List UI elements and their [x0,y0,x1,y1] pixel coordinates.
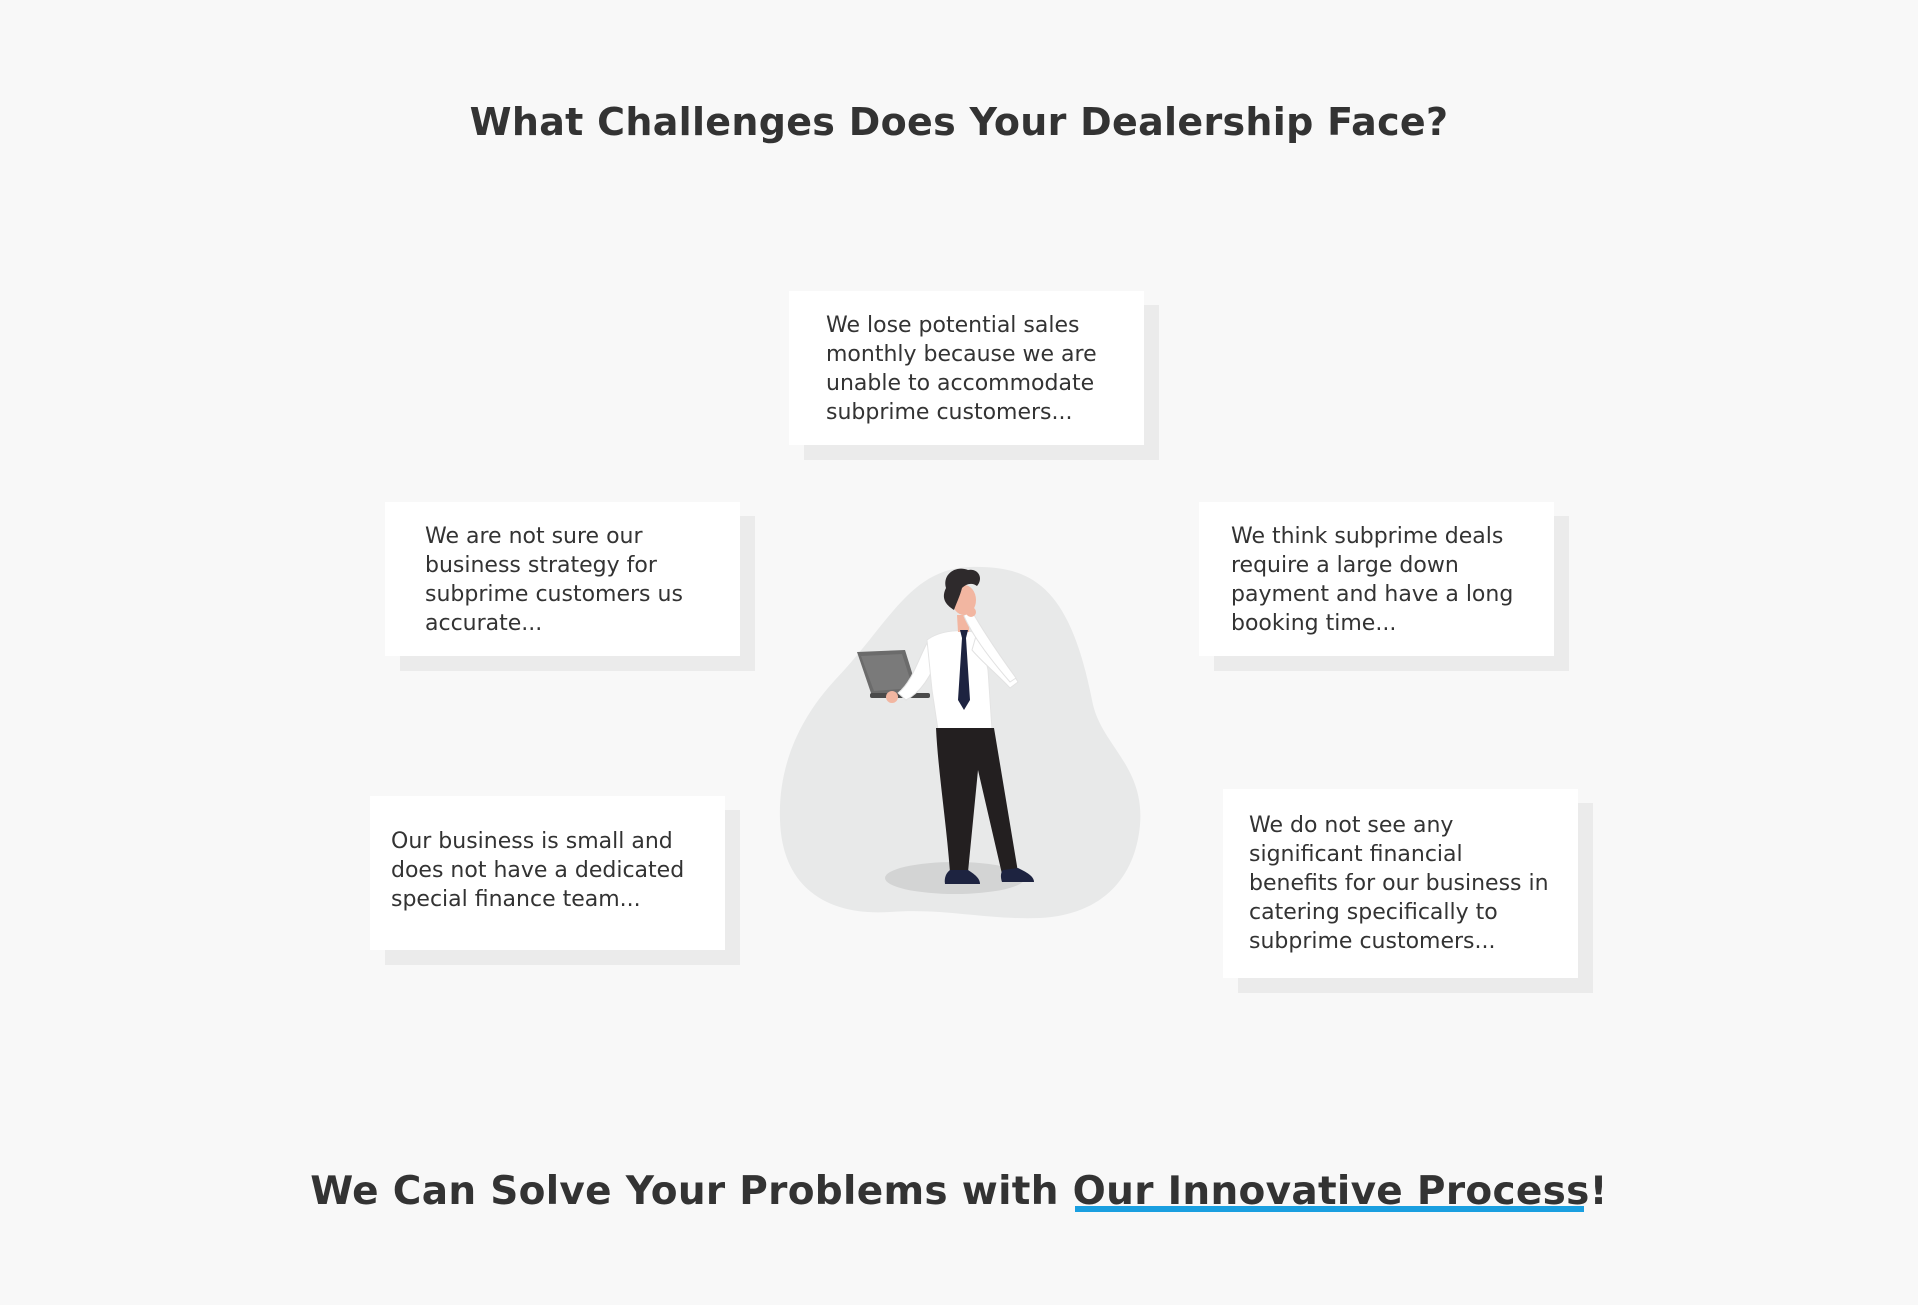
challenge-card-small-business: Our business is small and does not have … [370,796,725,950]
challenge-card-financial-benefits: We do not see any significant financial … [1223,789,1578,978]
challenge-card-lost-sales: We lose potential sales monthly because … [789,291,1144,445]
challenge-text: We think subprime deals require a large … [1231,524,1514,636]
challenge-text: Our business is small and does not have … [391,829,685,912]
challenge-text: We are not sure our business strategy fo… [425,524,683,636]
closing-title-lead: We Can Solve Your Problems with [310,1169,1073,1214]
closing-title-highlight: Our Innovative Process [1073,1169,1590,1214]
page-title: What Challenges Does Your Dealership Fac… [469,100,1449,144]
challenge-text: We lose potential sales monthly because … [826,313,1097,425]
challenge-card-strategy: We are not sure our business strategy fo… [385,502,740,656]
closing-title-end: ! [1589,1169,1608,1214]
thinking-businessman-illustration [779,566,1141,919]
closing-title: We Can Solve Your Problems with Our Inno… [0,1169,1918,1214]
challenge-text: We do not see any significant financial … [1249,813,1549,954]
challenge-card-down-payment: We think subprime deals require a large … [1199,502,1554,656]
closing-title-highlight-text: Our Innovative Process [1072,1169,1590,1214]
